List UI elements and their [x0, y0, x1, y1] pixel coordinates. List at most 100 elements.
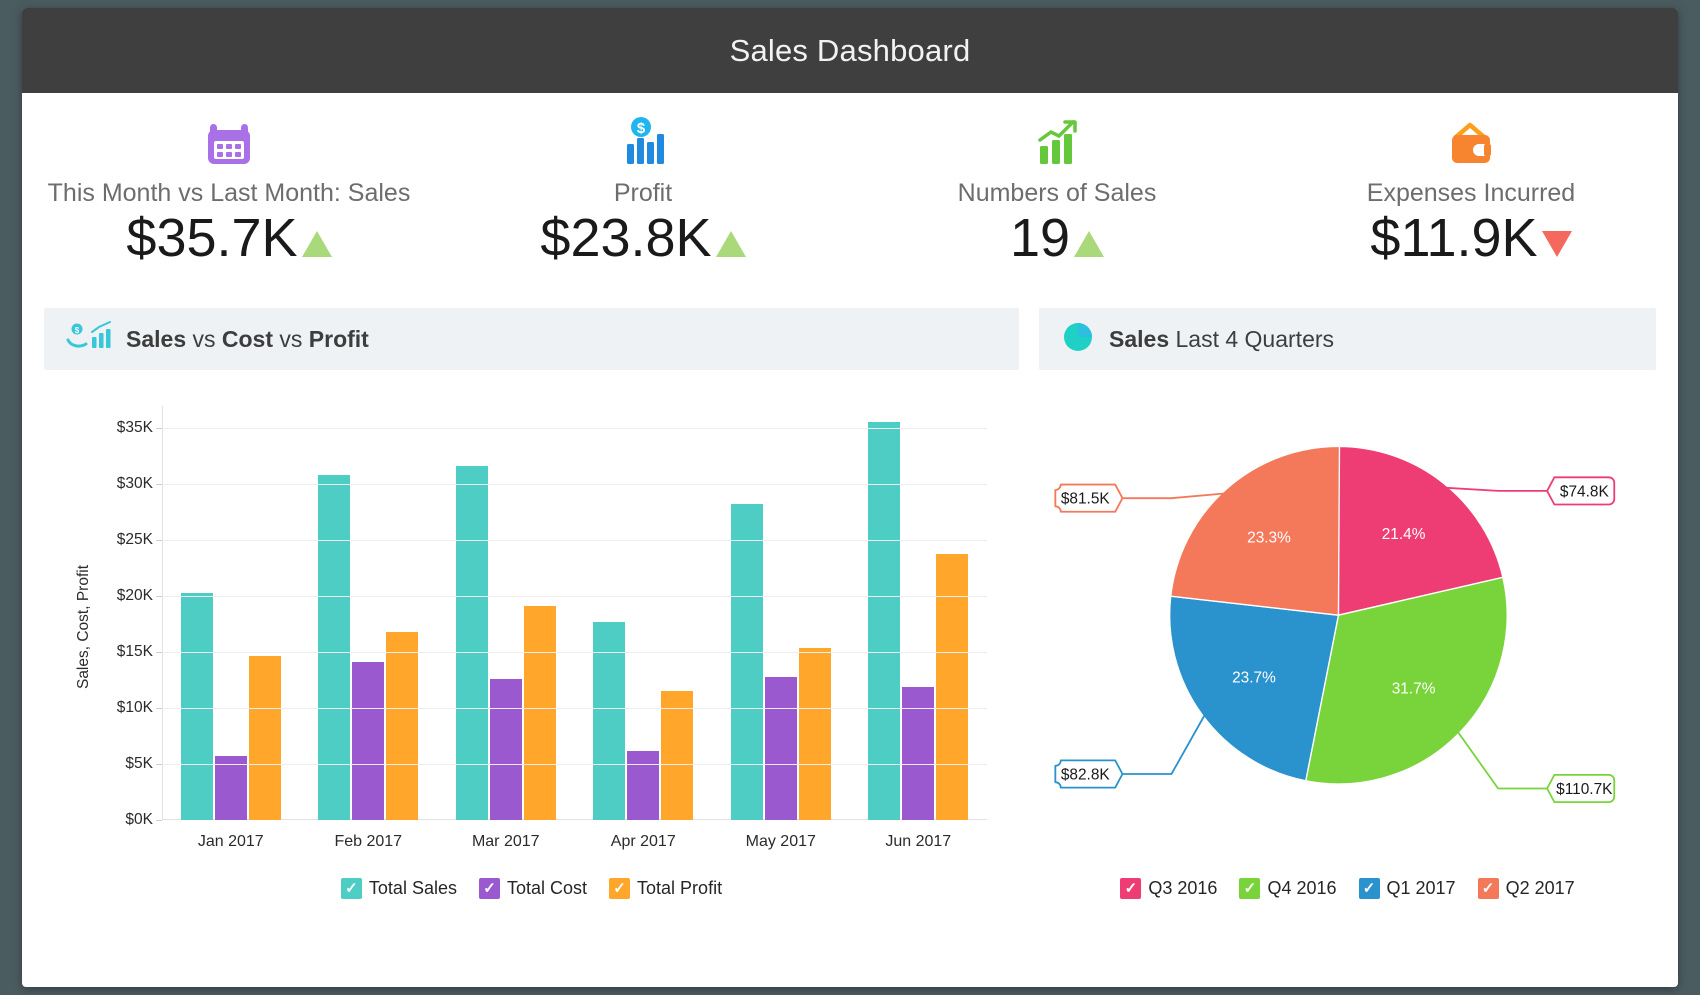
bar-group: Jun 2017 — [850, 406, 988, 820]
bar[interactable] — [765, 677, 797, 820]
callout-value: $81.5K — [1061, 491, 1111, 508]
y-axis-tick: $25K — [117, 531, 153, 549]
panel-title: Sales vs Cost vs Profit — [126, 326, 369, 353]
x-axis-tick: Apr 2017 — [611, 833, 676, 851]
legend-label: Total Sales — [369, 878, 457, 899]
callout-leader-line — [1122, 712, 1206, 774]
legend-label: Q3 2016 — [1148, 878, 1217, 899]
bar-group: May 2017 — [712, 406, 850, 820]
legend-checkbox-icon[interactable]: ✓ — [1478, 878, 1499, 899]
bar[interactable] — [524, 606, 556, 820]
x-axis-tick: Mar 2017 — [472, 833, 540, 851]
wallet-icon — [1264, 111, 1678, 173]
bar[interactable] — [799, 648, 831, 820]
gridline — [162, 596, 987, 597]
bar[interactable] — [352, 662, 384, 820]
legend-item[interactable]: ✓Q4 2016 — [1239, 878, 1336, 899]
bar[interactable] — [249, 656, 281, 820]
gridline — [162, 652, 987, 653]
sales-last-4-quarters-panel: Sales Last 4 Quarters 21.4%31.7%23.7%23.… — [1039, 308, 1656, 899]
bar[interactable] — [490, 679, 522, 820]
bar-group: Apr 2017 — [575, 406, 713, 820]
panel-header: $ Sales vs Cost vs Profit — [44, 308, 1019, 370]
pie-svg: 21.4%31.7%23.7%23.3%$74.8K$110.7K$82.8K$… — [1039, 392, 1656, 862]
kpi-label: Profit — [436, 179, 850, 208]
growth-chart-icon — [850, 111, 1264, 173]
legend-checkbox-icon[interactable]: ✓ — [1120, 878, 1141, 899]
trend-up-icon — [1074, 231, 1104, 257]
pie-slice-percent: 23.7% — [1232, 669, 1276, 686]
legend-checkbox-icon[interactable]: ✓ — [1239, 878, 1260, 899]
legend-label: Total Cost — [507, 878, 587, 899]
trend-up-icon — [716, 231, 746, 257]
legend-item[interactable]: ✓ Total Profit — [609, 878, 722, 899]
y-axis-label: Sales, Cost, Profit — [75, 565, 93, 689]
panel-row: $ Sales vs Cost vs Profit Sales, Cost, P… — [22, 308, 1678, 899]
kpi-row: This Month vs Last Month: Sales $35.7K $… — [22, 93, 1678, 308]
legend-item[interactable]: ✓ Total Sales — [341, 878, 457, 899]
pie-chart-legend: ✓ Q3 2016 ✓Q4 2016 ✓Q1 2017 ✓Q2 2017 — [1039, 862, 1656, 899]
legend-item[interactable]: ✓ Q3 2016 — [1120, 878, 1217, 899]
money-hand-chart-icon: $ — [66, 320, 112, 359]
kpi-value-wrapper: $23.8K — [540, 210, 745, 267]
kpi-label: Numbers of Sales — [850, 179, 1264, 208]
x-axis-tick: Jan 2017 — [198, 833, 264, 851]
legend-checkbox-icon[interactable]: ✓ — [479, 878, 500, 899]
panel-title-plain-1: vs — [186, 326, 222, 352]
kpi-value-wrapper: $11.9K — [1370, 210, 1571, 267]
bar-group: Mar 2017 — [437, 406, 575, 820]
bar[interactable] — [318, 475, 350, 820]
bar[interactable] — [868, 422, 900, 820]
svg-text:$: $ — [637, 120, 646, 137]
kpi-value: $11.9K — [1370, 210, 1537, 267]
y-axis-tick: $20K — [117, 587, 153, 605]
y-axis-tick: $35K — [117, 419, 153, 437]
bar[interactable] — [386, 632, 418, 820]
kpi-label: Expenses Incurred — [1264, 179, 1678, 208]
pie-chart: 21.4%31.7%23.7%23.3%$74.8K$110.7K$82.8K$… — [1039, 392, 1656, 862]
legend-checkbox-icon[interactable]: ✓ — [1359, 878, 1380, 899]
y-axis-tick: $0K — [125, 811, 153, 829]
pie-chart-icon — [1061, 320, 1095, 359]
panel-title-plain: Last 4 Quarters — [1169, 326, 1334, 352]
bar[interactable] — [902, 687, 934, 820]
bar[interactable] — [456, 466, 488, 820]
trend-down-icon — [1542, 231, 1572, 257]
legend-item[interactable]: ✓Q2 2017 — [1478, 878, 1575, 899]
kpi-card-expenses[interactable]: Expenses Incurred $11.9K — [1264, 111, 1678, 308]
page-title: Sales Dashboard — [730, 33, 971, 69]
y-axis-tick: $5K — [125, 755, 153, 773]
gridline — [162, 540, 987, 541]
svg-text:$: $ — [75, 326, 80, 335]
panel-title-bold-3: Profit — [309, 326, 369, 352]
legend-label: Total Profit — [637, 878, 722, 899]
legend-checkbox-icon[interactable]: ✓ — [609, 878, 630, 899]
sales-cost-profit-panel: $ Sales vs Cost vs Profit Sales, Cost, P… — [44, 308, 1019, 899]
kpi-card-number-of-sales[interactable]: Numbers of Sales 19 — [850, 111, 1264, 308]
bar-group: Feb 2017 — [300, 406, 438, 820]
legend-item[interactable]: ✓ Total Cost — [479, 878, 587, 899]
kpi-card-sales[interactable]: This Month vs Last Month: Sales $35.7K — [22, 111, 436, 308]
bar[interactable] — [627, 751, 659, 820]
kpi-card-profit[interactable]: $ Profit $23.8K — [436, 111, 850, 308]
bar[interactable] — [181, 593, 213, 820]
bar[interactable] — [731, 504, 763, 820]
kpi-value: $23.8K — [540, 210, 711, 267]
x-axis-tick: Jun 2017 — [885, 833, 951, 851]
callout-value: $74.8K — [1560, 483, 1610, 500]
title-bar: Sales Dashboard — [22, 8, 1678, 93]
bar[interactable] — [936, 554, 968, 820]
trend-up-icon — [302, 231, 332, 257]
profit-bars-icon: $ — [436, 111, 850, 173]
callout-leader-line — [1122, 493, 1230, 498]
bar[interactable] — [215, 756, 247, 820]
legend-checkbox-icon[interactable]: ✓ — [341, 878, 362, 899]
panel-title-plain-2: vs — [273, 326, 309, 352]
callout-value: $110.7K — [1556, 781, 1613, 798]
gridline — [162, 428, 987, 429]
gridline — [162, 484, 987, 485]
bar[interactable] — [661, 691, 693, 820]
dashboard-frame: Sales Dashboard — [22, 8, 1678, 987]
legend-item[interactable]: ✓Q1 2017 — [1359, 878, 1456, 899]
bar-chart-legend: ✓ Total Sales ✓ Total Cost ✓ Total Profit — [44, 862, 1019, 899]
